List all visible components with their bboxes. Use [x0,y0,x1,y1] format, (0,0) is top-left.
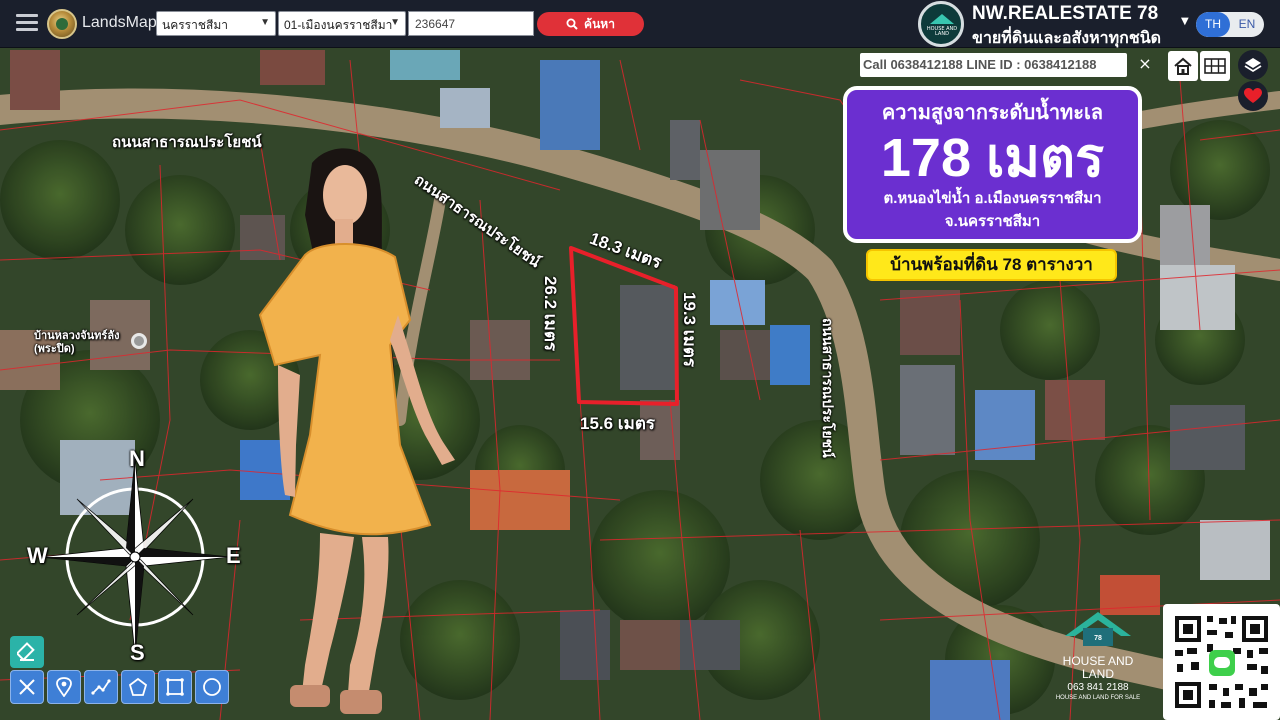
lang-th-button[interactable]: TH [1196,12,1230,37]
eraser-button[interactable] [10,636,44,668]
elevation-title: ความสูงจากระดับน้ำทะเล [881,102,1104,124]
road-label: ถนนสาธารณประโยชน์ [112,134,262,151]
marker-tool-button[interactable] [47,670,81,704]
province-select[interactable]: นครราชสีมา ▼ [156,11,276,36]
house-logo-icon: 78 [1065,612,1131,646]
amphoe-select-value: 01-เมืองนครราชสีมา [284,18,393,32]
compass-w: W [27,543,48,568]
rectangle-tool-button[interactable] [158,670,192,704]
map-pin-icon [56,677,72,697]
amphoe-select[interactable]: 01-เมืองนครราชสีมา ▼ [278,11,406,36]
agency-watermark-logo: 78 HOUSE AND LAND 063 841 2188 HOUSE AND… [1052,610,1144,718]
landsmaps-logo [47,9,77,39]
search-icon [566,18,578,30]
top-bar: LandsMaps นครราชสีมา ▼ 01-เมืองนครราชสีม… [0,0,1280,48]
circle-icon [203,678,221,696]
polyline-icon [91,679,111,695]
agency-logo: HOUSE AND LAND [918,1,964,47]
eraser-icon [17,642,35,662]
home-icon [1174,57,1192,75]
brand-line2: LAND [1081,667,1114,681]
measure-tool-button[interactable] [10,670,44,704]
road-label: ถนนสาธารณประโยชน์ [820,318,836,458]
home-button[interactable] [1168,51,1198,81]
qr-code[interactable] [1163,604,1280,720]
app-brand: LandsMaps [82,14,165,31]
compass-n: N [129,446,145,471]
plot-side-right: 19.3 เมตร [680,292,699,367]
chevron-down-icon: ▼ [260,17,270,28]
elevation-panel: ความสูงจากระดับน้ำทะเล 178 เมตร ต.หนองไข… [843,86,1142,243]
grid-icon [1204,58,1226,74]
place-pin-icon[interactable] [131,333,147,349]
province-select-value: นครราชสีมา [162,18,228,32]
listing-badge: บ้านพร้อมที่ดิน 78 ตารางวา [866,249,1117,281]
contact-banner: Call 0638412188 LINE ID : 0638412188 [860,53,1127,77]
heart-icon [1244,88,1262,103]
brand-phone: 063 841 2188 [1067,682,1129,693]
polygon-tool-button[interactable] [121,670,155,704]
ruler-icon [19,679,35,695]
compass-s: S [130,640,145,665]
parcel-search-input[interactable] [408,11,534,36]
menu-icon[interactable] [16,14,38,32]
chevron-down-icon: ▼ [390,17,400,28]
polygon-icon [128,677,148,696]
grid-button[interactable] [1200,51,1230,81]
search-button[interactable]: ค้นหา [537,12,644,36]
lang-en-button[interactable]: EN [1230,12,1264,37]
compass-e: E [226,543,241,568]
layers-icon [1244,58,1262,73]
agency-tagline: ขายที่ดินและอสังหาทุกชนิด [972,30,1162,47]
compass-rose [39,458,231,656]
layers-button[interactable] [1238,50,1268,80]
close-icon[interactable]: × [1134,52,1156,76]
chevron-down-icon[interactable]: ▼ [1181,16,1189,27]
brand-small: HOUSE AND LAND FOR SALE [1055,695,1141,701]
svg-text:78: 78 [1094,635,1102,642]
plot-side-bottom: 15.6 เมตร [580,414,655,433]
polyline-tool-button[interactable] [84,670,118,704]
language-toggle[interactable]: TH EN [1196,12,1264,37]
model-photo [258,148,455,714]
elevation-value: 178 เมตร [880,128,1105,188]
qr-code-icon [1175,616,1268,708]
place-label: บ้านหลวงจันทร์ลัง (พระปิด) [34,330,120,355]
circle-tool-button[interactable] [195,670,229,704]
elevation-location-line2: จ.นครราชสีมา [944,213,1041,230]
favorite-button[interactable] [1238,81,1268,111]
agency-name[interactable]: NW.REALESTATE 78 [972,3,1158,25]
rectangle-icon [166,678,184,696]
plot-side-left: 26.2 เมตร [541,276,560,351]
elevation-location-line1: ต.หนองไข่น้ำ อ.เมืองนครราชสีมา [883,190,1102,207]
search-button-label: ค้นหา [584,16,615,31]
